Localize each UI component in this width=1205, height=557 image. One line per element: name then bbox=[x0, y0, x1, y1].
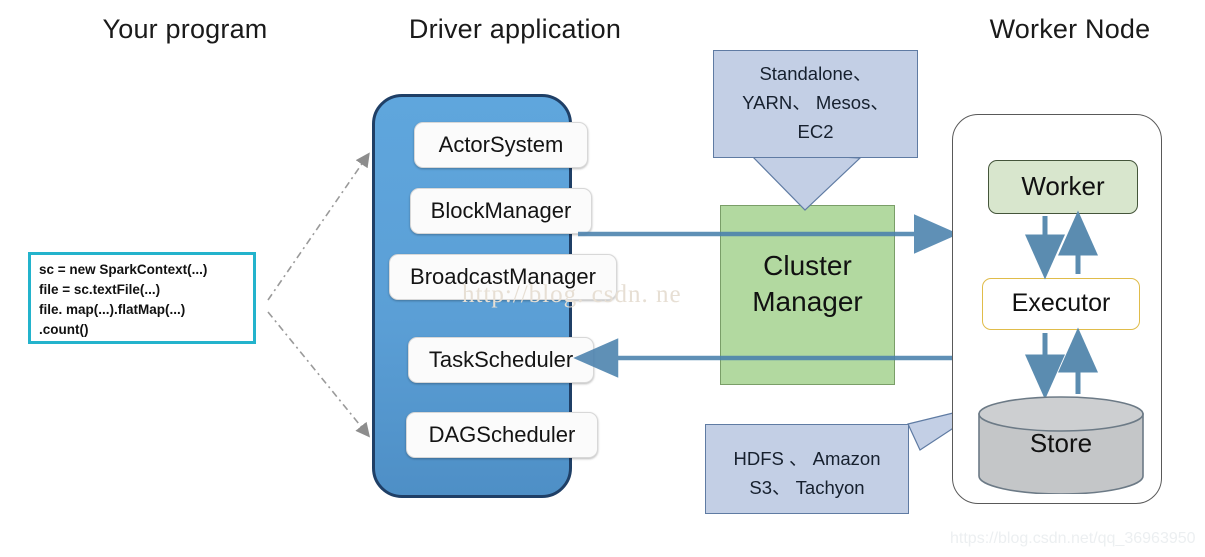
heading-worker-node: Worker Node bbox=[989, 14, 1151, 44]
cluster-manager-line2: Manager bbox=[752, 286, 863, 317]
dash-arrow-lower bbox=[267, 311, 371, 438]
watermark-corner: https://blog.csdn.net/qq_36963950 bbox=[950, 530, 1196, 547]
executor-box[interactable]: Executor bbox=[982, 278, 1140, 330]
heading-your-program: Your program bbox=[102, 14, 268, 44]
cluster-manager-line1: Cluster bbox=[763, 250, 852, 281]
code-snippet-box: sc = new SparkContext(...) file = sc.tex… bbox=[28, 252, 256, 344]
code-line: .count() bbox=[39, 322, 89, 337]
watermark-center: http://blog. csdn. ne bbox=[462, 281, 682, 308]
code-line: sc = new SparkContext(...) bbox=[39, 262, 208, 277]
callout-top-line1: Standalone、 bbox=[759, 63, 872, 84]
callout-storage-types: HDFS 、 Amazon S3、 Tachyon bbox=[705, 424, 909, 514]
store-label: Store bbox=[1029, 428, 1093, 458]
driver-component-actorsystem[interactable]: ActorSystem bbox=[414, 122, 588, 168]
callout-top-line3: EC2 bbox=[797, 121, 834, 142]
code-line: file. map(...).flatMap(...) bbox=[39, 302, 186, 317]
callout-top-line2: YARN、 Mesos、 bbox=[742, 92, 889, 113]
callout-bottom-line2: S3、 Tachyon bbox=[749, 477, 865, 498]
driver-component-blockmanager[interactable]: BlockManager bbox=[410, 188, 592, 234]
callout-cluster-manager-types: Standalone、 YARN、 Mesos、 EC2 bbox=[713, 50, 918, 158]
driver-component-dagscheduler[interactable]: DAGScheduler bbox=[406, 412, 598, 458]
code-line: file = sc.textFile(...) bbox=[39, 282, 161, 297]
driver-component-taskscheduler[interactable]: TaskScheduler bbox=[408, 337, 594, 383]
callout-bottom-line1: HDFS 、 Amazon bbox=[733, 448, 881, 469]
cluster-manager-label: Cluster Manager bbox=[720, 248, 895, 320]
heading-driver-application: Driver application bbox=[408, 14, 622, 44]
worker-box[interactable]: Worker bbox=[988, 160, 1138, 214]
diagram-canvas: Your program Driver application Worker N… bbox=[0, 0, 1205, 557]
dash-arrow-upper bbox=[267, 152, 370, 301]
